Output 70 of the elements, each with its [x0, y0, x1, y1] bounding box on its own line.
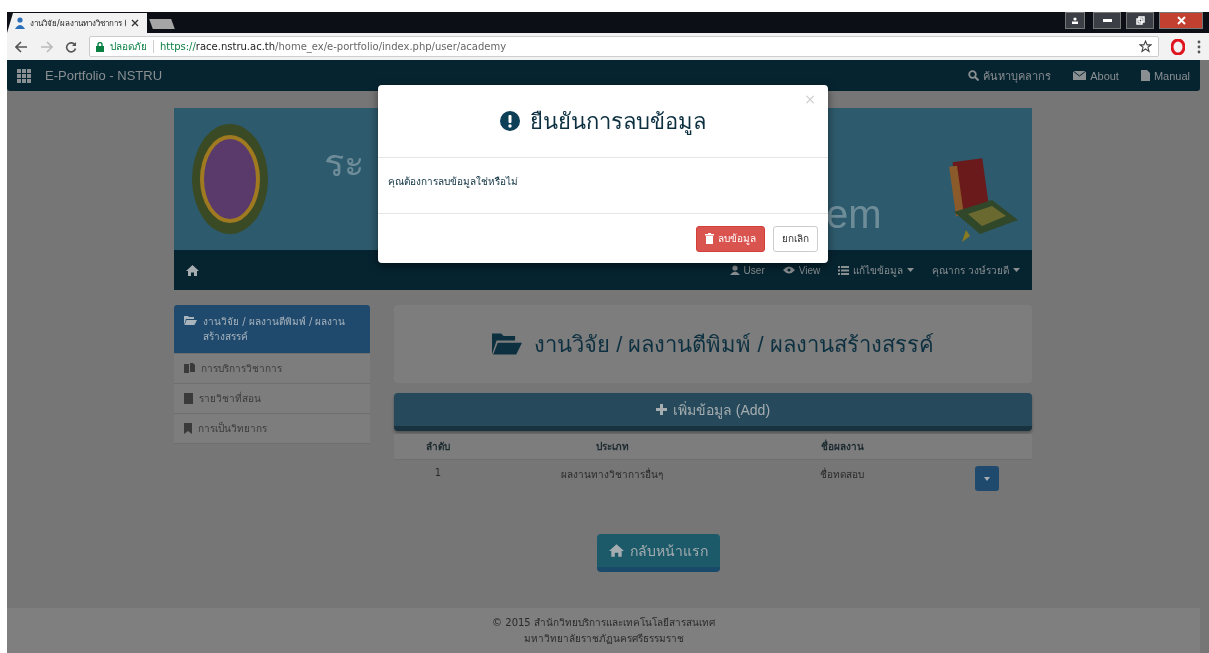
close-icon[interactable] — [131, 19, 139, 27]
exclamation-icon — [500, 111, 520, 131]
address-bar[interactable]: ปลอดภัย https://race.nstru.ac.th/home_ex/e-portfolio/index.php/user/academy — [89, 36, 1159, 57]
restore-icon — [1135, 16, 1145, 25]
nav-link[interactable]: About — [1073, 69, 1119, 82]
list-icon — [838, 265, 850, 275]
lock-icon — [96, 41, 104, 52]
nav-link[interactable]: User — [729, 264, 765, 276]
nav-link[interactable]: แก้ไขข้อมูล — [838, 262, 915, 278]
menu-icon[interactable] — [1197, 39, 1201, 54]
sidebar-item[interactable]: การเป็นวิทยากร — [174, 414, 370, 444]
envelope-icon — [1073, 71, 1087, 80]
home-icon[interactable] — [186, 264, 199, 276]
trash-icon — [705, 233, 714, 244]
table-cell: 1 — [434, 467, 442, 478]
sidebar-item[interactable]: การบริการวิชาการ — [174, 354, 370, 384]
eye-icon — [782, 266, 795, 274]
profile-button[interactable] — [1065, 12, 1085, 29]
home-icon — [608, 544, 624, 557]
add-button[interactable]: เพิ่มข้อมูล (Add) — [394, 393, 1032, 431]
brand-link[interactable]: E-Portfolio - NSTRU — [45, 68, 163, 83]
footer-text: © 2015 สำนักวิทยบริการและเทคโนโลยีสารสนเทศ — [492, 616, 715, 630]
table-cell: ชื่อทดสอบ — [820, 469, 864, 480]
files-icon — [184, 363, 195, 373]
nav-link[interactable]: View — [782, 264, 821, 276]
book-icon — [184, 393, 193, 404]
minimize-icon — [1102, 19, 1112, 22]
bookmark-icon — [184, 423, 192, 434]
folder-icon — [184, 316, 197, 325]
back-icon[interactable] — [15, 40, 28, 53]
star-icon[interactable] — [1139, 40, 1152, 53]
minimize-button[interactable] — [1093, 12, 1121, 29]
table-cell: ผลงานทางวิชาการอื่นๆ — [561, 469, 663, 480]
person-icon — [1071, 17, 1079, 24]
delete-button[interactable]: ลบข้อมูล — [696, 225, 765, 252]
sidebar-item[interactable]: งานวิจัย / ผลงานตีพิมพ์ / ผลงานสร้างสรรค์ — [174, 305, 370, 354]
cancel-button[interactable]: ยกเลิก — [773, 225, 818, 252]
caret-icon — [1013, 268, 1020, 272]
nav-link[interactable]: คุณากร วงษ์รวยดี — [932, 262, 1020, 278]
column-header: ลำดับ — [426, 441, 450, 452]
nav-link[interactable]: ค้นหาบุคลากร — [968, 66, 1052, 85]
grid-icon[interactable] — [17, 68, 31, 83]
folder-icon — [492, 333, 523, 355]
nav-link[interactable]: Manual — [1140, 69, 1190, 82]
person-icon — [729, 265, 740, 275]
column-header: ประเภท — [595, 441, 629, 452]
restore-button[interactable] — [1126, 12, 1154, 29]
sidebar-item[interactable]: รายวิชาที่สอน — [174, 384, 370, 414]
banner-title: ระ — [324, 141, 364, 186]
dialog-title: ยืนยันการลบข้อมูล — [530, 107, 706, 137]
banner-title: em — [826, 192, 882, 237]
person-icon — [15, 17, 25, 29]
search-icon — [968, 70, 980, 81]
caret-icon — [984, 476, 990, 481]
home-button[interactable]: กลับหน้าแรก — [596, 534, 720, 572]
dialog-message: คุณต้องการลบข้อมูลใช่หรือไม่ — [388, 176, 518, 187]
close-icon — [1176, 16, 1186, 25]
caret-icon — [907, 268, 915, 272]
plus-icon — [655, 404, 667, 415]
column-header: ชื่อผลงาน — [820, 441, 864, 452]
page-heading: งานวิจัย / ผลงานตีพิมพ์ / ผลงานสร้างสรรค์ — [534, 330, 934, 359]
reload-icon[interactable] — [65, 40, 77, 53]
secure-label: ปลอดภัย — [110, 40, 147, 54]
tab-title: งานวิจัย/ผลงานทางวิชาการ ( — [30, 17, 126, 30]
footer-text: มหาวิทยาลัยราชภัฏนครศรีธรรมราช — [523, 632, 684, 646]
new-tab-button[interactable] — [149, 19, 175, 29]
browser-tab[interactable]: งานวิจัย/ผลงานทางวิชาการ ( — [7, 13, 147, 33]
close-window-button[interactable] — [1159, 12, 1203, 29]
file-icon — [1140, 70, 1150, 81]
url-text: https://race.nstru.ac.th/home_ex/e-portfolio/index.php/user/academy — [160, 41, 507, 52]
